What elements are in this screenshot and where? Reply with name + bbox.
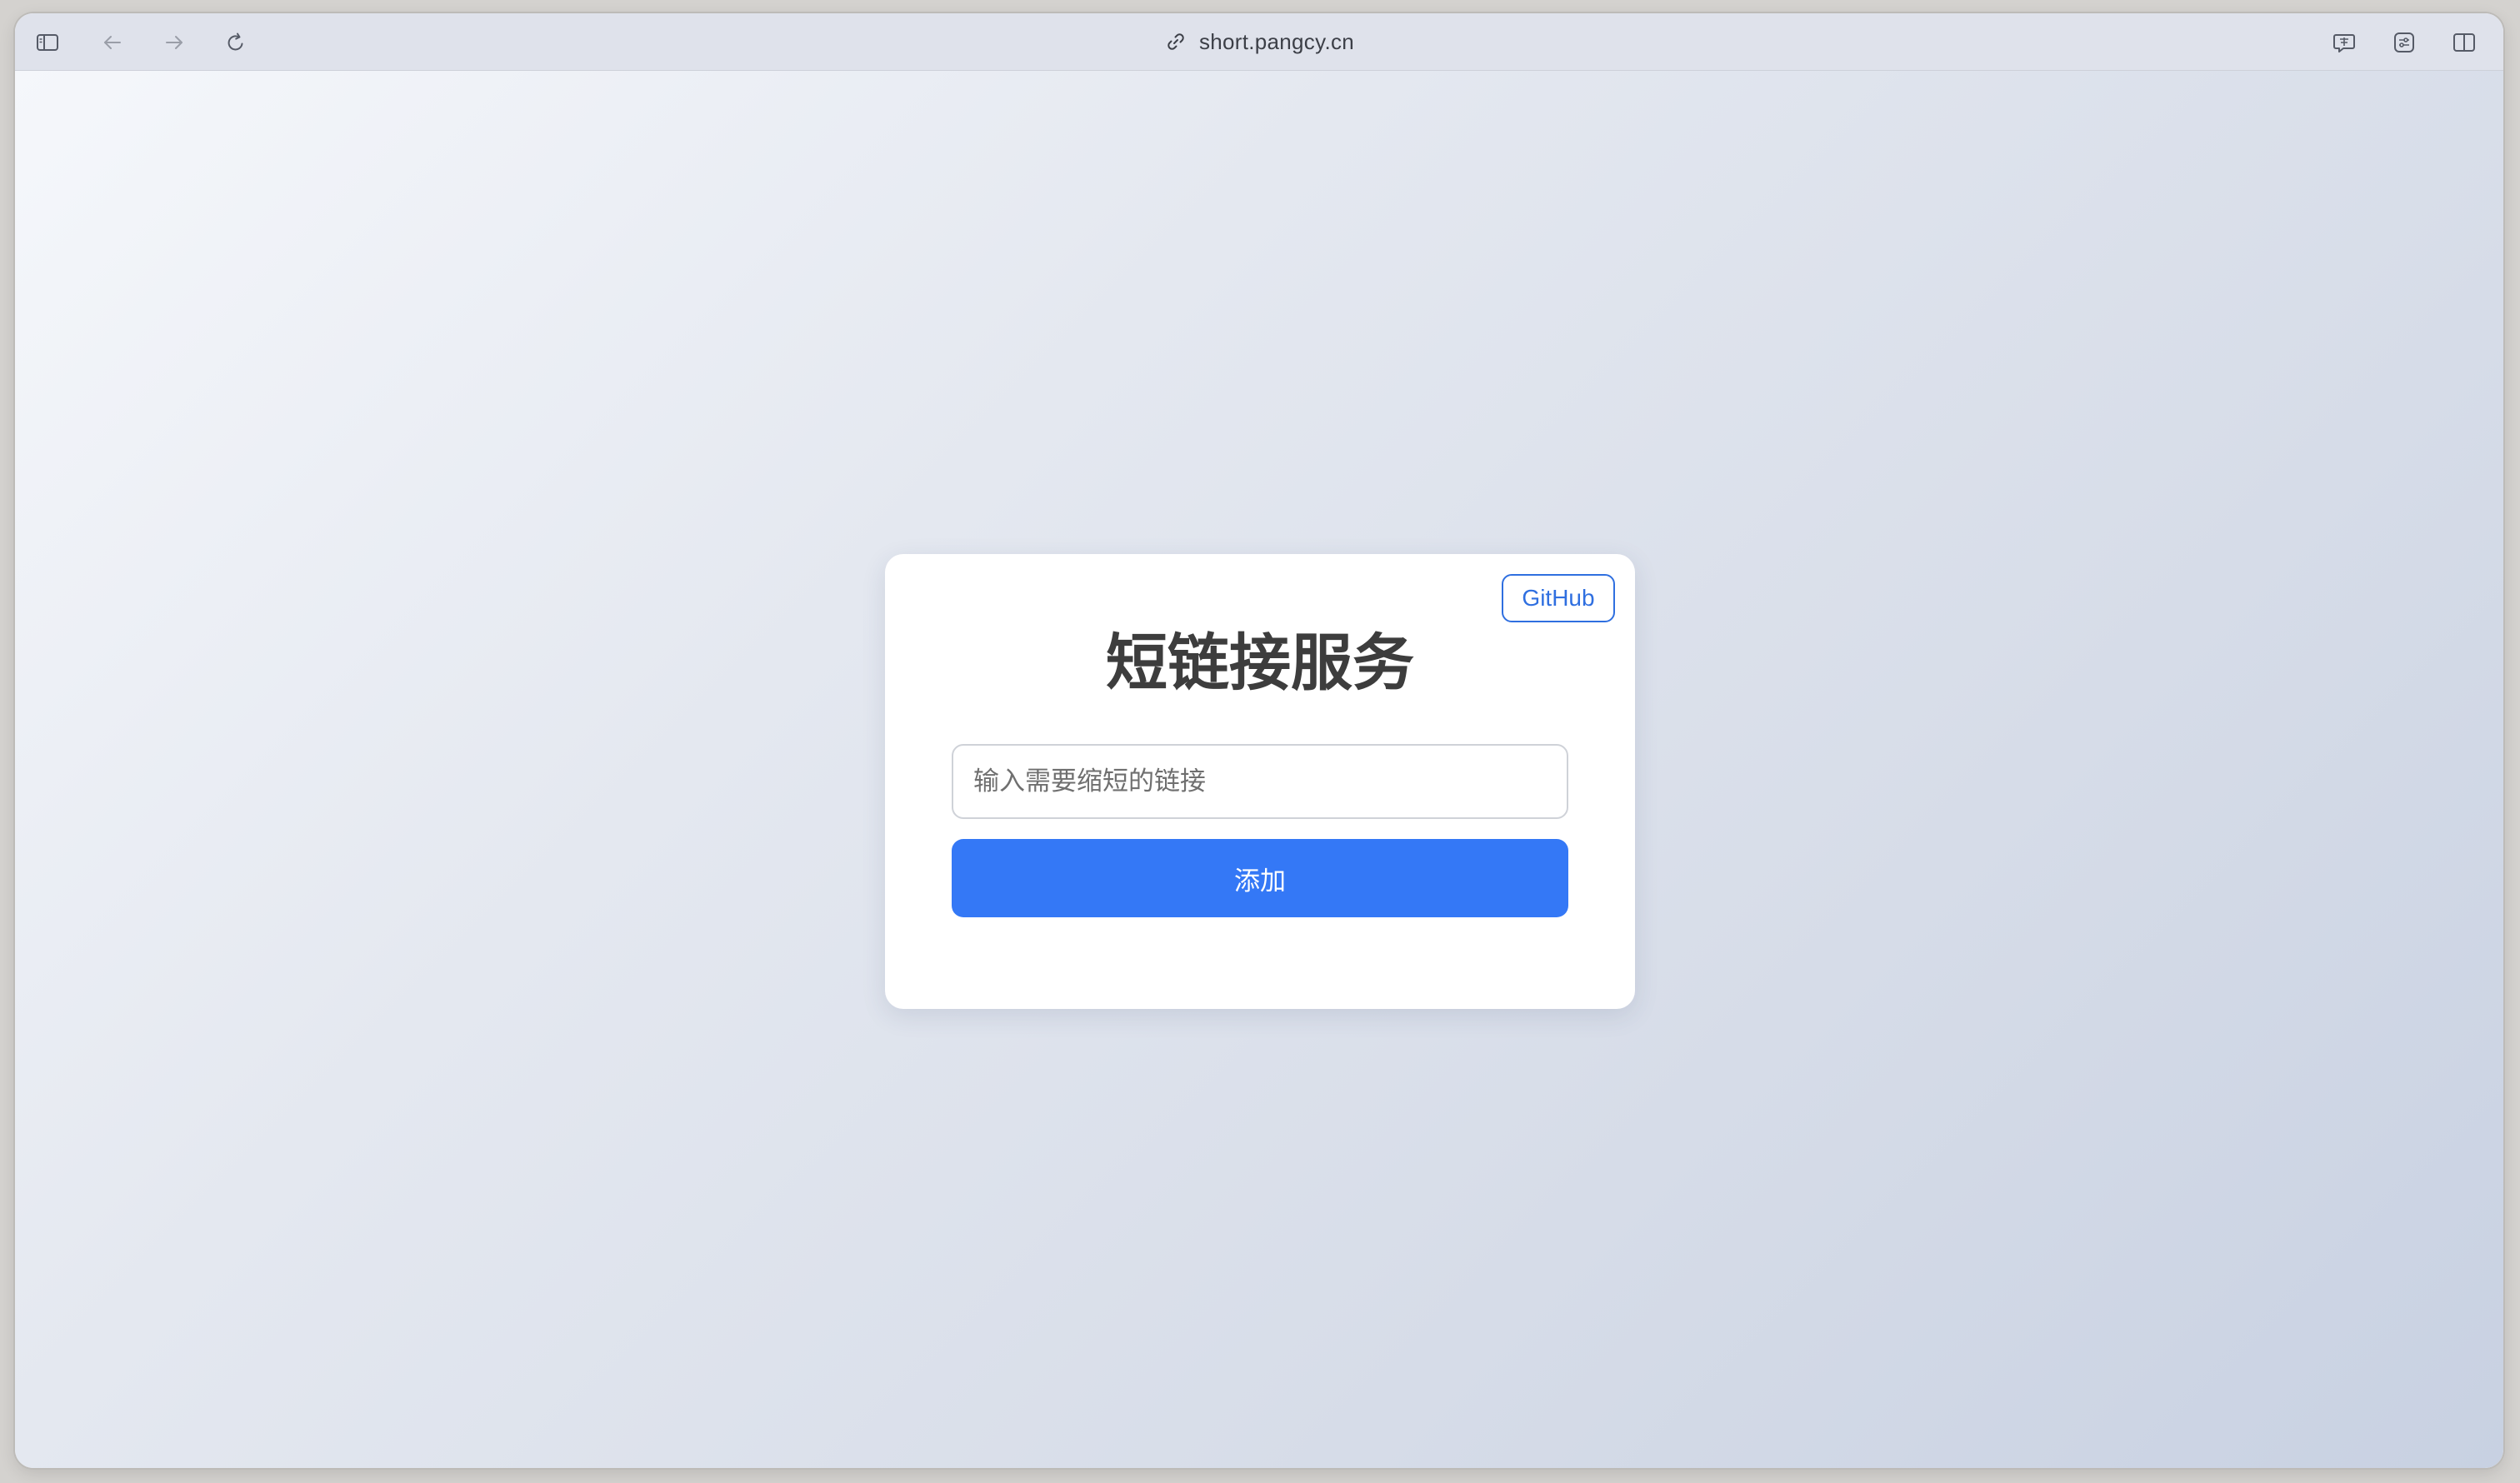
address-bar[interactable]: short.pangcy.cn bbox=[15, 13, 2503, 70]
back-arrow-icon[interactable] bbox=[100, 30, 125, 55]
browser-window: short.pangcy.cn GitHub 短链接服务 输入需要缩短的链接 添… bbox=[15, 13, 2503, 1468]
split-view-icon[interactable] bbox=[2452, 30, 2477, 55]
reload-icon[interactable] bbox=[223, 30, 248, 55]
page-content: GitHub 短链接服务 添加 bbox=[15, 71, 2503, 1468]
link-icon bbox=[1164, 30, 1188, 53]
page-title: 短链接服务 bbox=[1106, 628, 1414, 697]
forward-arrow-icon[interactable] bbox=[162, 30, 187, 55]
translate-icon[interactable] bbox=[2332, 30, 2357, 55]
address-url[interactable]: short.pangcy.cn bbox=[1199, 29, 1354, 55]
shortener-card: GitHub 短链接服务 添加 bbox=[885, 554, 1635, 1009]
add-button[interactable]: 添加 bbox=[952, 839, 1568, 917]
url-input[interactable] bbox=[952, 744, 1568, 819]
sidebar-toggle-icon[interactable] bbox=[35, 30, 60, 55]
page-settings-icon[interactable] bbox=[2392, 30, 2417, 55]
browser-toolbar: short.pangcy.cn bbox=[15, 13, 2503, 71]
github-button[interactable]: GitHub bbox=[1502, 574, 1615, 622]
